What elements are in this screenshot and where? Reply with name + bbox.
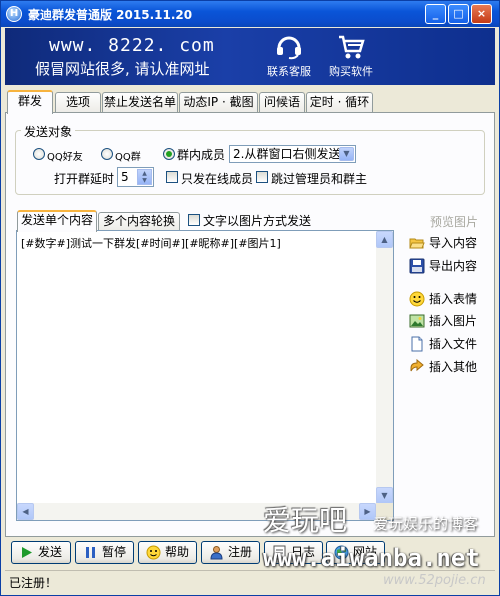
tab-mass-send[interactable]: 群发 xyxy=(7,90,53,114)
tab-dynamic-ip[interactable]: 动态IP · 截图 xyxy=(179,92,258,113)
contact-support-label: 联系客服 xyxy=(267,65,311,78)
tab-greeting[interactable]: 问候语 xyxy=(259,92,305,113)
send-mode-select[interactable]: 2.从群窗口右侧发送 ▼ xyxy=(229,145,356,163)
pause-button-label: 暂停 xyxy=(102,545,127,559)
only-online-label[interactable]: 只发在线成员 xyxy=(181,170,253,187)
send-target-group: 发送对象 QQ好友 QQ群 群内成员 2.从群窗口右侧发送 ▼ 打开群延时 5 … xyxy=(15,123,485,195)
radio-qq-groups[interactable] xyxy=(101,148,113,160)
insert-emoji-label: 插入表情 xyxy=(429,292,478,306)
help-button[interactable]: 帮助 xyxy=(138,541,197,564)
banner-slogan: 假冒网站很多, 请认准网址 xyxy=(35,60,210,78)
buy-software-label: 购买软件 xyxy=(329,65,373,78)
register-button[interactable]: 注册 xyxy=(201,541,260,564)
pause-button[interactable]: 暂停 xyxy=(75,541,134,564)
editor-content[interactable]: [#数字#]测试一下群发[#时间#][#昵称#][#图片1] xyxy=(21,235,281,251)
window-title: 豪迪群发普通版 2015.11.20 xyxy=(28,8,193,22)
scroll-left-icon[interactable]: ◀ xyxy=(17,503,34,520)
title-bar[interactable]: H 豪迪群发普通版 2015.11.20 _ □ × xyxy=(1,1,499,27)
help-face-icon xyxy=(146,545,161,560)
export-content-label: 导出内容 xyxy=(429,259,478,273)
radio-group-members[interactable] xyxy=(163,148,175,160)
register-button-label: 注册 xyxy=(228,545,253,559)
delay-spinner[interactable]: 5 ▲ ▼ xyxy=(117,167,154,187)
radio-group-members-label[interactable]: 群内成员 xyxy=(177,146,225,163)
tab-multi-content[interactable]: 多个内容轮换 xyxy=(98,212,180,231)
only-online-checkbox[interactable] xyxy=(166,171,178,183)
send-target-legend: 发送对象 xyxy=(21,123,76,140)
import-content-label: 导入内容 xyxy=(429,236,478,250)
skip-admin-label[interactable]: 跳过管理员和群主 xyxy=(271,170,367,187)
minimize-button[interactable]: _ xyxy=(425,4,446,24)
maximize-button[interactable]: □ xyxy=(448,4,469,24)
send-button[interactable]: 发送 xyxy=(11,541,71,564)
scroll-down-icon[interactable]: ▼ xyxy=(376,487,393,504)
insert-arrow-icon xyxy=(410,359,424,372)
picture-icon xyxy=(409,314,425,328)
app-logo-icon[interactable]: H xyxy=(6,6,22,22)
tab-schedule[interactable]: 定时 · 循环 xyxy=(306,92,373,113)
skip-admin-checkbox[interactable] xyxy=(256,171,268,183)
radio-qq-friends-label[interactable]: QQ好友 xyxy=(47,148,83,163)
delay-value: 5 xyxy=(121,170,129,184)
close-button[interactable]: × xyxy=(471,4,492,24)
smiley-icon xyxy=(409,291,425,307)
folder-open-icon xyxy=(409,238,425,249)
watermark-url: www.aiwanba.net xyxy=(263,544,480,572)
spinner-arrows-icon[interactable]: ▲ ▼ xyxy=(137,169,152,185)
contact-support-button[interactable]: 联系客服 xyxy=(260,34,318,80)
watermark-source: www.52pojie.cn xyxy=(383,573,486,588)
image-mode-label[interactable]: 文字以图片方式发送 xyxy=(203,212,311,229)
tab-blocklist[interactable]: 禁止发送名单 xyxy=(102,92,178,113)
tab-single-content[interactable]: 发送单个内容 xyxy=(17,210,97,232)
user-icon xyxy=(210,546,223,560)
buy-software-button[interactable]: 购买软件 xyxy=(322,34,380,80)
send-mode-value: 2.从群窗口右侧发送 xyxy=(233,147,341,161)
file-icon xyxy=(411,336,423,352)
headset-icon xyxy=(277,36,301,60)
insert-file-label: 插入文件 xyxy=(429,337,478,351)
watermark-brand: 爱玩吧 xyxy=(263,504,348,537)
content-editor[interactable]: [#数字#]测试一下群发[#时间#][#昵称#][#图片1] ▲ ▼ ◀ ▶ xyxy=(16,230,394,521)
mass-send-panel: 发送对象 QQ好友 QQ群 群内成员 2.从群窗口右侧发送 ▼ 打开群延时 5 … xyxy=(5,112,495,537)
radio-qq-friends[interactable] xyxy=(33,148,45,160)
insert-image-label: 插入图片 xyxy=(429,314,478,328)
insert-other-label: 插入其他 xyxy=(429,360,478,374)
watermark-tagline: 爱玩娱乐的博客 xyxy=(373,515,479,533)
banner-url: www. 8222. com xyxy=(49,35,215,56)
scroll-up-icon[interactable]: ▲ xyxy=(376,231,393,248)
chevron-down-icon[interactable]: ▼ xyxy=(339,147,354,161)
status-text: 已注册！ xyxy=(9,576,58,590)
header-banner: www. 8222. com 假冒网站很多, 请认准网址 联系客服 购买软件 xyxy=(5,28,495,85)
play-icon xyxy=(22,547,32,558)
cart-icon xyxy=(339,35,365,59)
send-button-label: 发送 xyxy=(38,545,63,559)
radio-qq-groups-label[interactable]: QQ群 xyxy=(115,148,141,163)
delay-label: 打开群延时 xyxy=(54,172,115,186)
tab-options[interactable]: 选项 xyxy=(55,92,101,113)
preview-image-link[interactable]: 预览图片 xyxy=(430,213,478,230)
save-disk-icon xyxy=(409,258,425,274)
image-mode-checkbox[interactable] xyxy=(188,214,200,226)
pause-icon xyxy=(86,547,95,558)
help-button-label: 帮助 xyxy=(165,545,190,559)
vertical-scrollbar[interactable]: ▲ ▼ xyxy=(376,231,393,504)
app-window: H 豪迪群发普通版 2015.11.20 _ □ × www. 8222. co… xyxy=(0,0,500,596)
